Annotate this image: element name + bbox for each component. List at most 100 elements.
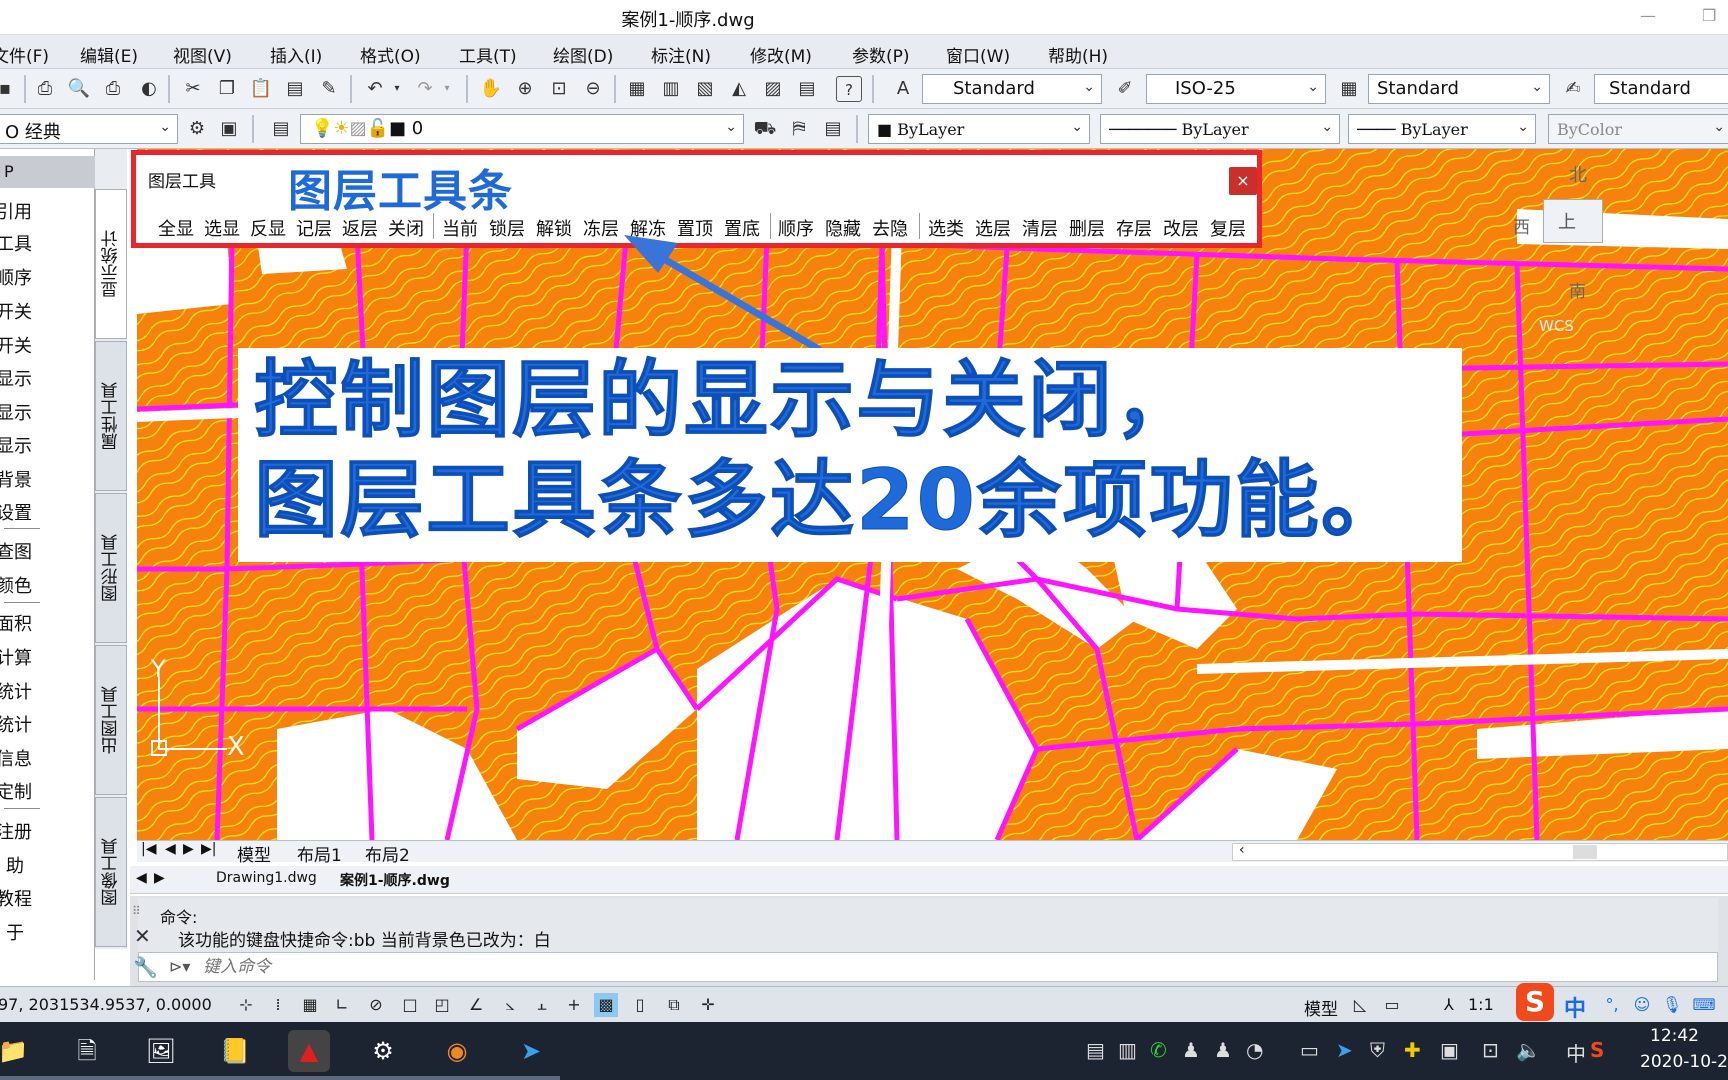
osnap-icon[interactable]: □	[398, 993, 422, 1017]
print-preview-icon[interactable]: 🔍	[66, 76, 92, 102]
select-show-button[interactable]: 选显	[204, 215, 240, 241]
pan-icon[interactable]: ✋	[478, 76, 504, 102]
plot-icon[interactable]: ⎙	[100, 76, 126, 102]
nav-next-icon[interactable]: ▶	[183, 841, 194, 857]
menu-parameter[interactable]: 参数(P)	[852, 42, 910, 67]
coordinates-readout[interactable]: 97, 2031534.9537, 0.0000	[0, 995, 212, 1014]
cut-icon[interactable]: ✂	[180, 76, 206, 102]
redo-dropdown-icon[interactable]: ▾	[440, 76, 454, 102]
tray-app-icon[interactable]: ◔	[1246, 1038, 1263, 1062]
command-input[interactable]	[203, 955, 1703, 979]
lock-layer-button[interactable]: 锁层	[489, 215, 525, 241]
delete-layer-button[interactable]: 删层	[1069, 215, 1105, 241]
annotation-scale-icon[interactable]: ⅄	[1444, 995, 1454, 1014]
file-prev-icon[interactable]: ◀	[136, 870, 147, 886]
security-icon[interactable]: ⛨	[1370, 1038, 1385, 1062]
restore-layer-state-button[interactable]: 返层	[342, 215, 378, 241]
table-style-icon[interactable]: ▦	[1336, 76, 1362, 102]
panel-item[interactable]: 顺序	[0, 264, 91, 290]
viewcube-west[interactable]: 西	[1513, 213, 1530, 238]
ime-mode-label[interactable]: 中	[1564, 991, 1586, 1023]
unhide-button[interactable]: 去隐	[872, 215, 908, 241]
close-button[interactable]: ×	[1229, 167, 1257, 195]
file-next-icon[interactable]: ▶	[154, 870, 165, 886]
zoom-realtime-icon[interactable]: ⊕	[512, 76, 538, 102]
panel-item[interactable]: 教程	[0, 885, 91, 911]
panel-item[interactable]: 显示	[0, 432, 91, 458]
mleader-style-select[interactable]: Standard	[1594, 74, 1728, 104]
annotation-monitor-icon[interactable]: ✛	[696, 993, 720, 1017]
panel-item[interactable]: 开关	[0, 298, 91, 324]
layer-select[interactable]: 💡☀▨🔓■ 0 ⌄	[300, 114, 744, 144]
menu-edit[interactable]: 编辑(E)	[80, 42, 138, 67]
clear-layer-button[interactable]: 清层	[1022, 215, 1058, 241]
tray-app-icon[interactable]: ➤	[1336, 1038, 1353, 1062]
microphone-icon[interactable]: 🎙	[1660, 993, 1684, 1017]
properties-icon[interactable]: ▦	[624, 76, 650, 102]
notepad-icon[interactable]: 📒	[214, 1030, 256, 1072]
qq-icon[interactable]: ♟	[1182, 1038, 1200, 1062]
dyn-icon[interactable]: ⫠	[530, 993, 554, 1017]
panel-item[interactable]: 注册	[0, 818, 91, 844]
menu-dimension[interactable]: 标注(N)	[651, 42, 711, 67]
undo-icon[interactable]: ↶	[362, 76, 388, 102]
tab-model[interactable]: 模型	[237, 841, 271, 866]
copy-layer-button[interactable]: 复层	[1210, 215, 1246, 241]
nav-prev-icon[interactable]: ◀	[165, 841, 176, 857]
text-style-select[interactable]: Standard ⌄	[922, 74, 1102, 104]
help-icon[interactable]: ?	[836, 76, 862, 102]
3d-osnap-icon[interactable]: ◰	[430, 993, 454, 1017]
mleader-style-icon[interactable]: ✍	[1560, 76, 1586, 102]
annotation-scale[interactable]: 1:1	[1468, 995, 1494, 1014]
viewcube-south[interactable]: 南	[1569, 277, 1586, 302]
volume-icon[interactable]: 🔈	[1516, 1038, 1541, 1062]
nav-last-icon[interactable]: ▶|	[201, 841, 216, 857]
layer-previous-icon[interactable]: ⛿	[786, 116, 812, 142]
select-layer-button[interactable]: 选层	[975, 215, 1011, 241]
panel-item[interactable]: 定制	[0, 778, 91, 804]
panel-item[interactable]: 开关	[0, 332, 91, 358]
tab-graphic-tools[interactable]: 图形工具	[95, 493, 127, 643]
panel-item[interactable]: 工具	[0, 230, 91, 256]
wcs-menu[interactable]: WCS	[1539, 317, 1574, 335]
layer-properties-icon[interactable]: ▤	[268, 116, 294, 142]
model-space-label[interactable]: 模型	[1304, 995, 1338, 1020]
calculator-icon[interactable]: ▤	[794, 76, 820, 102]
layout-icon[interactable]: ◺	[1348, 993, 1372, 1017]
prompt-icon[interactable]: ⊳▾	[169, 957, 190, 976]
plotstyle-select[interactable]: ByColor ⌄	[1548, 114, 1728, 144]
settings-icon[interactable]: ⚙	[362, 1030, 404, 1072]
quick-view-icon[interactable]: ▭	[1380, 993, 1404, 1017]
selection-cycling-icon[interactable]: ⧉	[662, 993, 686, 1017]
browser-icon[interactable]: ◉	[436, 1030, 478, 1072]
save-layer-state-button[interactable]: 记层	[296, 215, 332, 241]
store-layer-button[interactable]: 存层	[1116, 215, 1152, 241]
panel-item[interactable]: 信息	[0, 745, 91, 771]
scrollbar-thumb[interactable]	[1573, 845, 1597, 859]
tab-plot-tools[interactable]: 出图工具	[95, 645, 127, 795]
undo-dropdown-icon[interactable]: ▾	[390, 76, 404, 102]
tray-app-icon[interactable]: ▥	[1118, 1038, 1137, 1062]
emoji-icon[interactable]: ☺	[1630, 993, 1654, 1017]
menu-draw[interactable]: 绘图(D)	[553, 42, 613, 67]
customize-icon[interactable]: ▣	[216, 116, 242, 142]
match-properties-icon[interactable]: ▤	[282, 76, 308, 102]
menu-help[interactable]: 帮助(H)	[1048, 42, 1108, 67]
sheet-set-icon[interactable]: ◭	[726, 76, 752, 102]
design-center-icon[interactable]: ▥	[658, 76, 684, 102]
lineweight-icon[interactable]: +	[562, 993, 586, 1017]
publish-icon[interactable]: ◐	[136, 76, 162, 102]
zoom-previous-icon[interactable]: ⊖	[580, 76, 606, 102]
keyboard-icon[interactable]: ⌨	[1692, 993, 1716, 1017]
scroll-left-icon[interactable]: ‹	[1239, 842, 1245, 858]
quick-props-icon[interactable]: ▯	[628, 993, 652, 1017]
menu-file[interactable]: 文件(F)	[0, 42, 49, 67]
punctuation-icon[interactable]: °,	[1600, 993, 1624, 1017]
print-icon[interactable]: ⎙	[32, 76, 58, 102]
file-tab[interactable]: Drawing1.dwg	[216, 870, 317, 886]
paste-icon[interactable]: 📋	[248, 76, 274, 102]
otrack-icon[interactable]: ∠	[464, 993, 488, 1017]
invert-show-button[interactable]: 反显	[250, 215, 286, 241]
panel-item[interactable]: 引用	[0, 198, 91, 224]
menu-format[interactable]: 格式(O)	[360, 42, 421, 67]
